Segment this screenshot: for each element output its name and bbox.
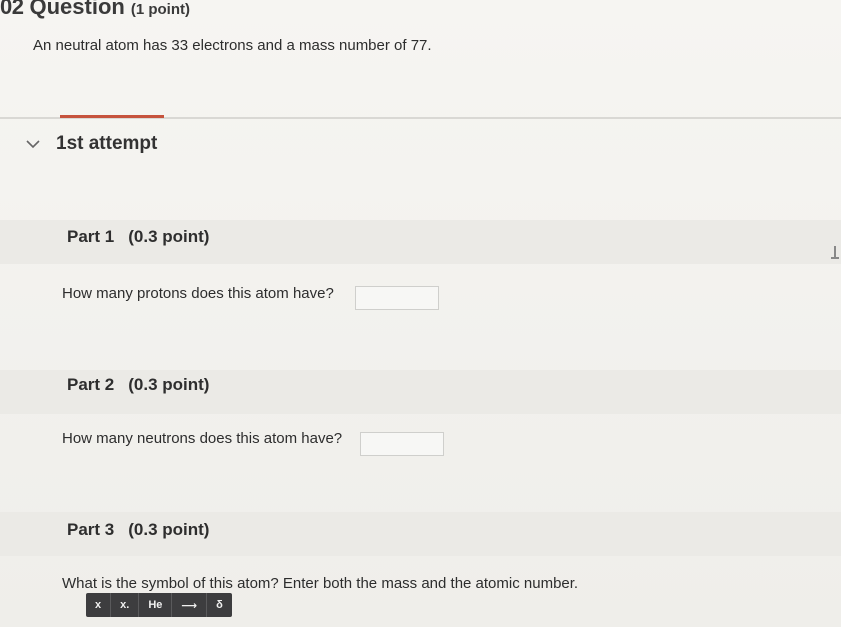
part-1-points: (0.3 point) [128,227,210,246]
part-2-label: Part 2 [67,375,115,394]
part-1-label: Part 1 [67,227,115,246]
question-header: 02 Question (1 point) [0,0,190,19]
question-number: 02 [0,0,24,19]
superscript-button[interactable]: x [86,593,112,617]
part-2-question: How many neutrons does this atom have? [62,430,343,447]
part-3-points: (0.3 point) [128,520,210,539]
part-1-question: How many protons does this atom have? [62,285,334,302]
question-points: (1 point) [130,1,190,18]
part-2-points: (0.3 point) [128,375,210,394]
question-text: An neutral atom has 33 electrons and a m… [33,37,432,54]
subscript-button[interactable]: x. [111,593,140,617]
part-3-title: Part 3 (0.3 point) [67,520,209,540]
divider-accent [60,115,164,118]
chevron-down-icon [26,137,40,151]
element-button[interactable]: He [139,593,173,617]
chemistry-toolbar: x x. He ⟶ δ [86,593,232,617]
neutrons-answer-input[interactable] [360,432,444,456]
part-3-label: Part 3 [67,520,115,539]
question-title: Question [29,0,125,19]
attempt-label: 1st attempt [56,133,158,154]
part-2-title: Part 2 (0.3 point) [67,375,209,395]
reaction-arrow-button[interactable]: ⟶ [172,593,208,617]
attempt-toggle[interactable]: 1st attempt [26,133,157,155]
part-3-question: What is the symbol of this atom? Enter b… [62,575,579,592]
question-page: 02 Question (1 point) An neutral atom ha… [0,0,841,627]
protons-answer-input[interactable] [355,286,439,310]
scale-icon [830,244,840,262]
delta-button[interactable]: δ [207,593,232,617]
part-1-title: Part 1 (0.3 point) [67,227,209,247]
